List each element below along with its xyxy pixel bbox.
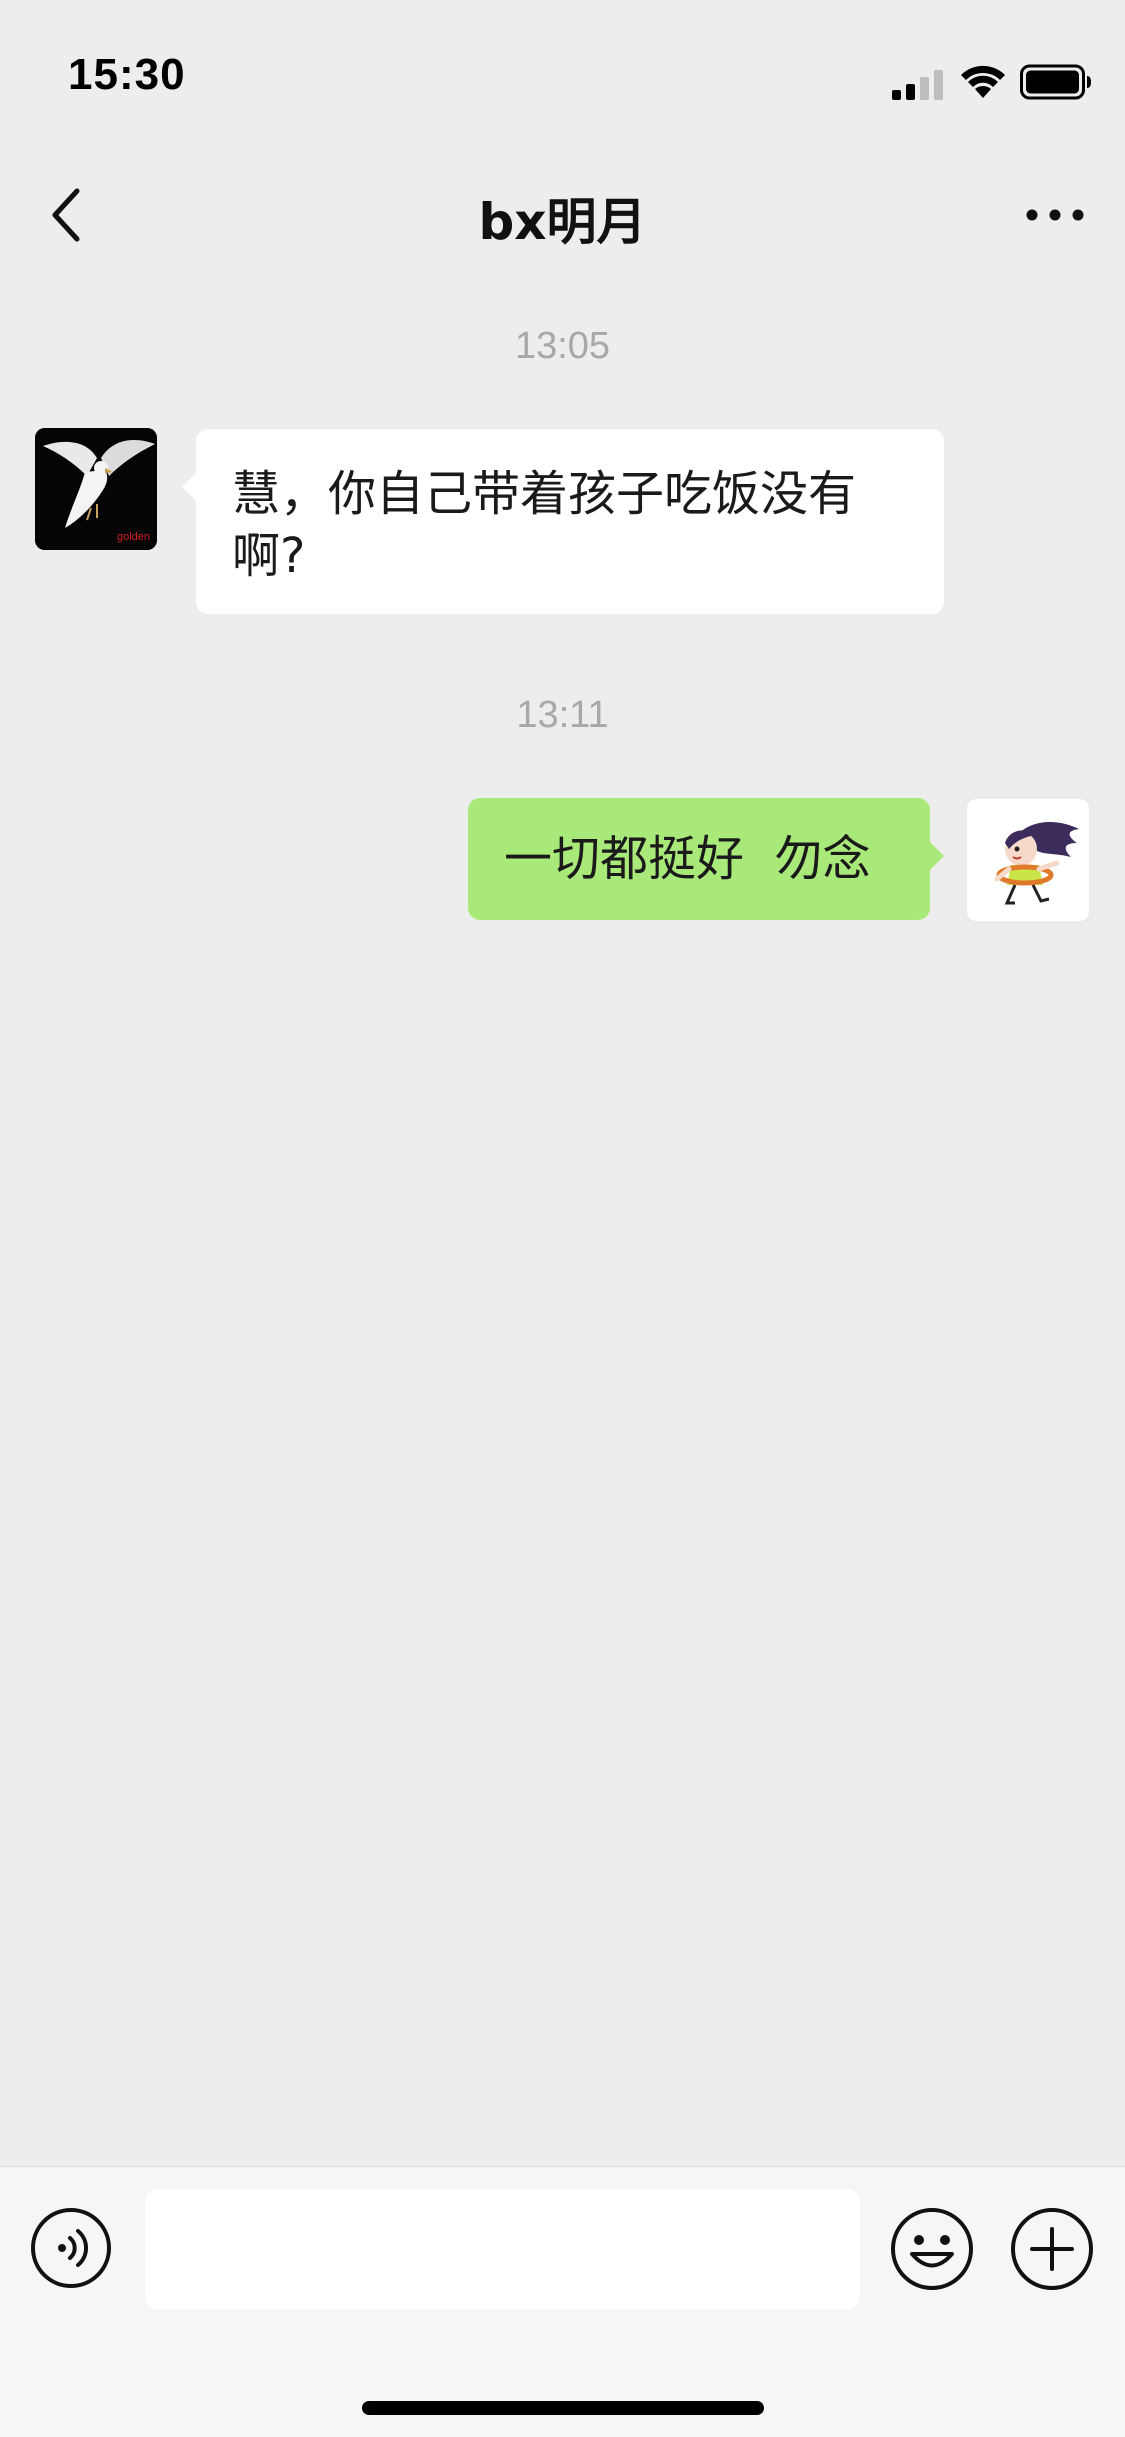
message-timestamp: 13:11	[516, 694, 609, 736]
more-functions-button[interactable]	[1010, 2207, 1094, 2291]
battery-icon	[1020, 64, 1091, 100]
contact-avatar[interactable]: golden	[35, 428, 157, 550]
my-avatar[interactable]	[967, 799, 1089, 921]
message-text-line1: 慧，你自己带着孩子吃饭没有	[232, 466, 857, 522]
plus-icon	[1011, 2208, 1093, 2290]
chat-title: bx明月	[478, 193, 647, 251]
cellular-signal-icon	[892, 70, 943, 100]
message-text-line2: 啊?	[232, 528, 306, 584]
input-bar	[0, 2166, 1125, 2437]
more-dots-icon	[1026, 209, 1084, 221]
voice-button[interactable]	[30, 2207, 112, 2289]
status-bar: 15:30	[0, 0, 1125, 150]
outgoing-message-bubble[interactable]: 一切都挺好 勿念	[468, 798, 944, 920]
status-time: 15:30	[68, 50, 186, 99]
white-dove-avatar: golden	[35, 428, 157, 550]
wifi-icon	[961, 65, 1005, 98]
emoji-icon	[891, 2208, 973, 2290]
incoming-message-bubble[interactable]: 慧，你自己带着孩子吃饭没有 啊?	[182, 429, 944, 614]
message-input[interactable]	[145, 2189, 860, 2309]
message-timestamp: 13:05	[514, 325, 611, 367]
cartoon-girl-avatar	[967, 799, 1089, 921]
emoji-button[interactable]	[890, 2207, 974, 2291]
more-options-button[interactable]	[1015, 180, 1095, 250]
message-text: 一切都挺好 勿念	[504, 831, 871, 887]
voice-icon	[31, 2208, 111, 2288]
nav-bar: bx明月	[0, 150, 1125, 285]
avatar-watermark: golden	[117, 531, 150, 543]
home-indicator[interactable]	[362, 2401, 764, 2415]
